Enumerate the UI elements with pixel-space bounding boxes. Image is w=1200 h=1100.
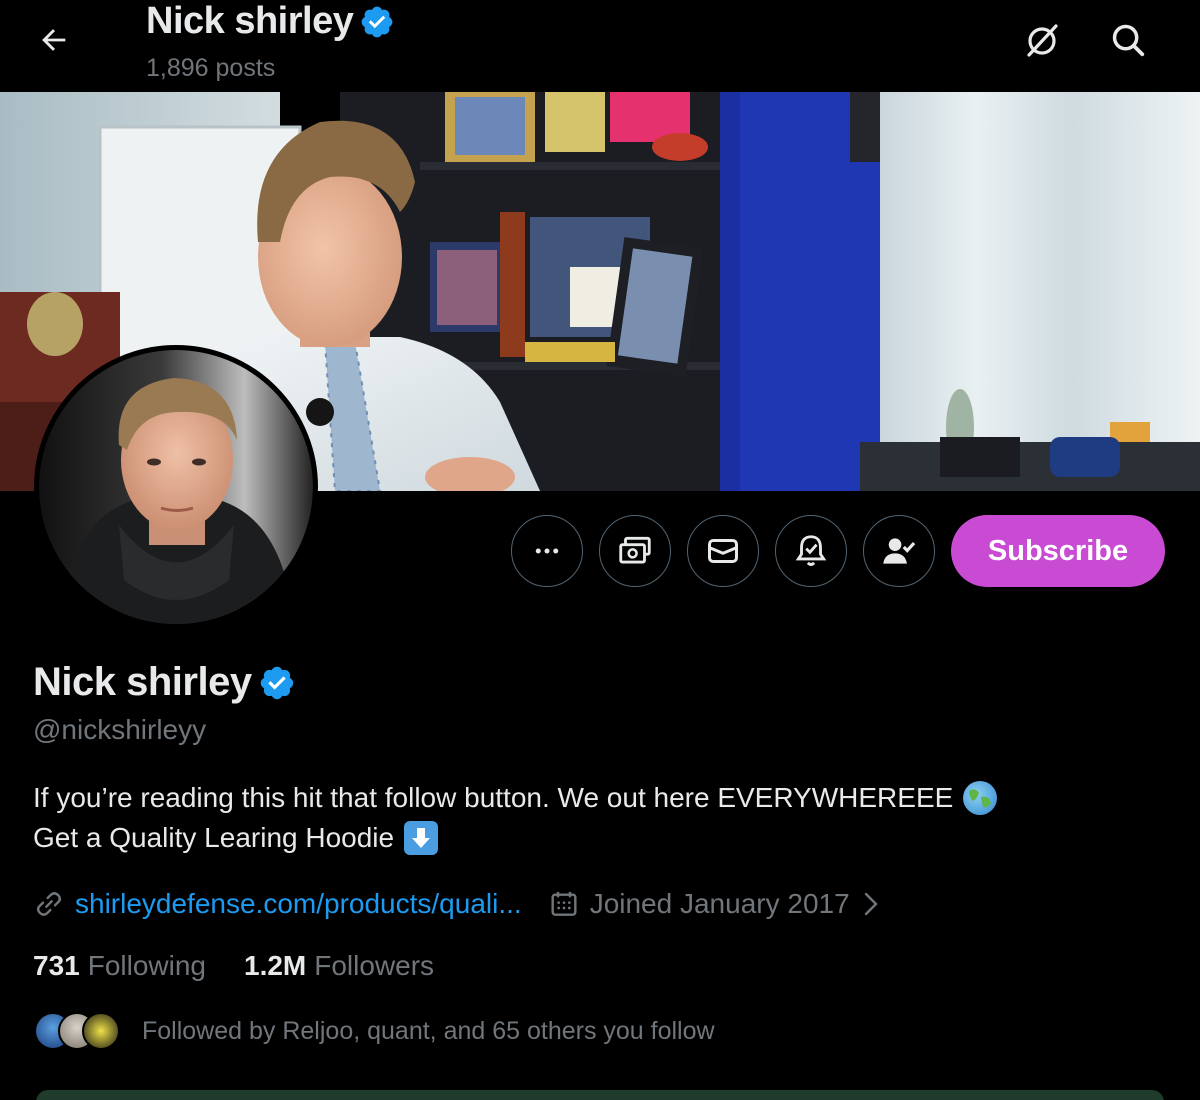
profile-avatar[interactable]	[34, 345, 318, 629]
link-icon	[36, 892, 62, 916]
search-button[interactable]	[1102, 16, 1154, 64]
bell-icon	[795, 535, 827, 566]
message-button[interactable]	[687, 515, 759, 587]
header-name: Nick shirley	[146, 0, 354, 42]
more-icon	[535, 548, 559, 554]
post-count: 1,896 posts	[146, 54, 276, 82]
arrow-down-emoji-icon	[404, 821, 439, 855]
profile-meta: shirleydefense.com/products/quali... Joi…	[33, 882, 882, 926]
profile-name: Nick shirley	[33, 660, 296, 705]
mail-icon	[708, 539, 738, 563]
bio-line-2: Get a Quality Learing Hoodie	[33, 822, 395, 853]
money-icon	[619, 536, 651, 564]
joined-details-button[interactable]	[860, 890, 882, 918]
website-link[interactable]: shirleydefense.com/products/quali...	[75, 888, 522, 920]
subscribe-button[interactable]: Subscribe	[951, 515, 1165, 587]
notifications-button[interactable]	[775, 515, 847, 587]
grok-button[interactable]	[1016, 16, 1068, 64]
bio-line-1: If you’re reading this hit that follow b…	[33, 782, 954, 813]
more-button[interactable]	[511, 515, 583, 587]
followed-by[interactable]: Followed by Reljoo, quant, and 65 others…	[34, 1012, 715, 1050]
profile-handle: @nickshirleyy	[33, 714, 207, 745]
joined-date: Joined January 2017	[589, 888, 850, 919]
search-icon	[1112, 24, 1145, 57]
profile-header: Nick shirley 1,896 posts	[0, 0, 1200, 92]
followers-stat[interactable]: 1.2M Followers	[244, 950, 434, 982]
verified-badge-icon[interactable]	[258, 664, 296, 702]
follow-user-icon	[883, 538, 916, 564]
follower-avatar	[82, 1012, 120, 1050]
arrow-left-icon	[42, 29, 66, 51]
following-count: 731	[33, 950, 80, 981]
bottom-banner[interactable]	[36, 1090, 1164, 1100]
profile-name-text: Nick shirley	[33, 660, 252, 704]
grok-icon	[1027, 24, 1058, 57]
back-button[interactable]	[28, 18, 80, 62]
chevron-right-icon	[864, 892, 878, 916]
verified-badge-icon	[361, 6, 393, 37]
following-label: Following	[87, 950, 206, 981]
tip-button[interactable]	[599, 515, 671, 587]
followers-label: Followers	[314, 950, 435, 981]
follow-stats: 731 Following 1.2M Followers	[33, 950, 472, 982]
following-button[interactable]	[863, 515, 935, 587]
header-title: Nick shirley	[146, 0, 395, 43]
followers-count: 1.2M	[244, 950, 307, 981]
calendar-icon	[551, 892, 577, 916]
globe-emoji-icon	[963, 781, 998, 815]
following-stat[interactable]: 731 Following	[33, 950, 206, 982]
followed-by-text: Followed by Reljoo, quant, and 65 others…	[142, 1016, 715, 1045]
profile-bio: If you’re reading this hit that follow b…	[33, 778, 998, 858]
